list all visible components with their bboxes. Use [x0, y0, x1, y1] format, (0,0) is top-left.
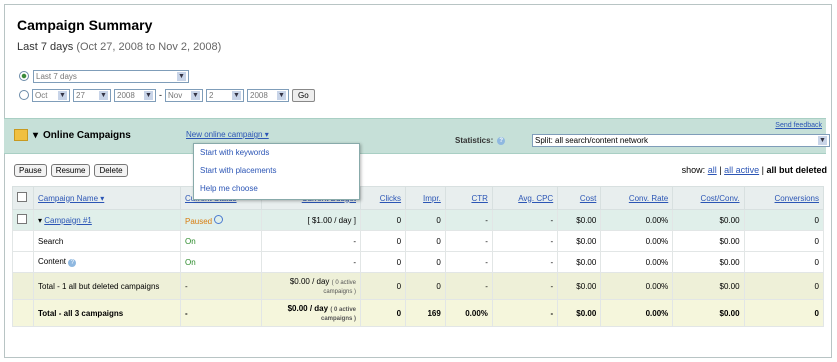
page-title: Campaign Summary — [17, 17, 153, 33]
chevron-down-icon: ▼ — [818, 136, 827, 145]
status-paused: Paused — [185, 216, 213, 226]
online-campaigns-header[interactable]: ▾ Online Campaigns — [14, 129, 131, 141]
from-month-select[interactable]: Oct ▼ — [32, 88, 70, 102]
collapse-arrow-icon: ▾ — [33, 129, 39, 141]
menu-item-start-with-keywords[interactable]: Start with keywords — [194, 144, 359, 162]
date-separator: - — [159, 90, 162, 100]
network-content: Content — [38, 257, 67, 266]
status-on: On — [185, 257, 196, 267]
header-conversions[interactable]: Conversions — [743, 186, 825, 210]
statistics-control: Statistics: ? — [455, 136, 506, 145]
from-year-select[interactable]: 2008 ▼ — [114, 88, 156, 102]
pause-button[interactable]: Pause — [14, 164, 47, 177]
status-on: On — [185, 236, 196, 246]
campaign-name-link[interactable]: Campaign #1 — [44, 216, 92, 225]
from-day-select[interactable]: 27 ▼ — [73, 88, 111, 102]
chevron-down-icon: ▼ — [58, 90, 67, 100]
chevron-down-icon: ▼ — [232, 90, 241, 100]
folder-icon — [14, 129, 28, 141]
show-all-link[interactable]: all — [708, 165, 717, 175]
chevron-down-icon: ▼ — [144, 90, 153, 100]
online-campaigns-label: Online Campaigns — [43, 129, 131, 141]
campaign-table: Campaign Name ▾ Current Status Current B… — [12, 186, 825, 327]
show-all-active-link[interactable]: all active — [724, 165, 759, 175]
row-checkbox[interactable] — [17, 214, 27, 224]
delete-button[interactable]: Delete — [94, 164, 128, 177]
table-header-row: Campaign Name ▾ Current Status Current B… — [12, 186, 825, 210]
campaign-actions: Pause Resume Delete — [14, 164, 128, 177]
preset-date-select[interactable]: Last 7 days ▼ — [33, 69, 189, 83]
total-row: Total - all 3 campaigns - $0.00 / day ( … — [12, 299, 825, 327]
statistics-label: Statistics: — [455, 136, 494, 145]
chevron-down-icon: ▼ — [191, 90, 200, 100]
period-label: Last 7 days — [17, 41, 74, 53]
custom-range-radio[interactable] — [19, 90, 29, 100]
show-filter: show: all | all active | all but deleted — [681, 165, 827, 175]
select-all-checkbox[interactable] — [17, 192, 27, 202]
new-campaign-link[interactable]: New online campaign ▾ — [186, 130, 269, 139]
preset-date-row: Last 7 days ▼ — [19, 69, 189, 83]
header-conv-rate[interactable]: Conv. Rate — [600, 186, 674, 210]
header-cost-conv[interactable]: Cost/Conv. — [672, 186, 745, 210]
expand-arrow-icon[interactable]: ▾ — [38, 216, 42, 225]
total-row: Total - 1 all but deleted campaigns - $0… — [12, 272, 825, 300]
table-row: ▾ Campaign #1 Paused [ $1.00 / day ] 0 0… — [12, 209, 825, 231]
total-label: Total - all 3 campaigns — [33, 299, 181, 327]
chevron-down-icon: ▼ — [277, 90, 286, 100]
go-button[interactable]: Go — [292, 88, 315, 102]
header-campaign-name[interactable]: Campaign Name ▾ — [33, 186, 181, 210]
campaigns-toolbar: ▾ Online Campaigns New online campaign ▾… — [4, 118, 830, 154]
clock-icon[interactable] — [214, 214, 224, 224]
header-cost[interactable]: Cost — [557, 186, 602, 210]
table-row: Search On - 0 0 - - $0.00 0.00% $0.00 0 — [12, 230, 825, 252]
new-campaign-menu: Start with keywords Start with placement… — [193, 143, 360, 200]
header-ctr[interactable]: CTR — [444, 186, 493, 210]
split-value: Split: all search/content network — [535, 136, 648, 145]
split-select[interactable]: Split: all search/content network ▼ — [532, 134, 830, 147]
budget-cell: [ $1.00 / day ] — [261, 209, 361, 231]
header-clicks[interactable]: Clicks — [359, 186, 407, 210]
menu-item-help-me-choose[interactable]: Help me choose — [194, 180, 359, 198]
to-day-select[interactable]: 2 ▼ — [206, 88, 244, 102]
menu-item-start-with-placements[interactable]: Start with placements — [194, 162, 359, 180]
date-range-heading: Last 7 days (Oct 27, 2008 to Nov 2, 2008… — [17, 41, 221, 53]
help-icon[interactable]: ? — [68, 259, 77, 267]
header-avg-cpc[interactable]: Avg. CPC — [491, 186, 559, 210]
to-year-select[interactable]: 2008 ▼ — [247, 88, 289, 102]
show-label: show: — [681, 165, 706, 175]
show-all-but-deleted: all but deleted — [766, 165, 827, 175]
table-row: Content ? On - 0 0 - - $0.00 0.00% $0.00… — [12, 251, 825, 273]
date-range-text: (Oct 27, 2008 to Nov 2, 2008) — [76, 41, 222, 53]
send-feedback-link[interactable]: Send feedback — [775, 122, 822, 129]
network-search: Search — [33, 230, 181, 252]
chevron-down-icon: ▼ — [177, 71, 186, 81]
chevron-down-icon: ▼ — [99, 90, 108, 100]
preset-radio[interactable] — [19, 71, 29, 81]
resume-button[interactable]: Resume — [50, 164, 91, 177]
select-all-header[interactable] — [12, 186, 34, 210]
custom-date-row: Oct ▼ 27 ▼ 2008 ▼ - Nov ▼ 2 ▼ 2008 ▼ Go — [19, 87, 315, 103]
total-label: Total - 1 all but deleted campaigns — [33, 272, 181, 300]
help-icon[interactable]: ? — [497, 136, 506, 145]
header-impr[interactable]: Impr. — [405, 186, 446, 210]
to-month-select[interactable]: Nov ▼ — [165, 88, 203, 102]
